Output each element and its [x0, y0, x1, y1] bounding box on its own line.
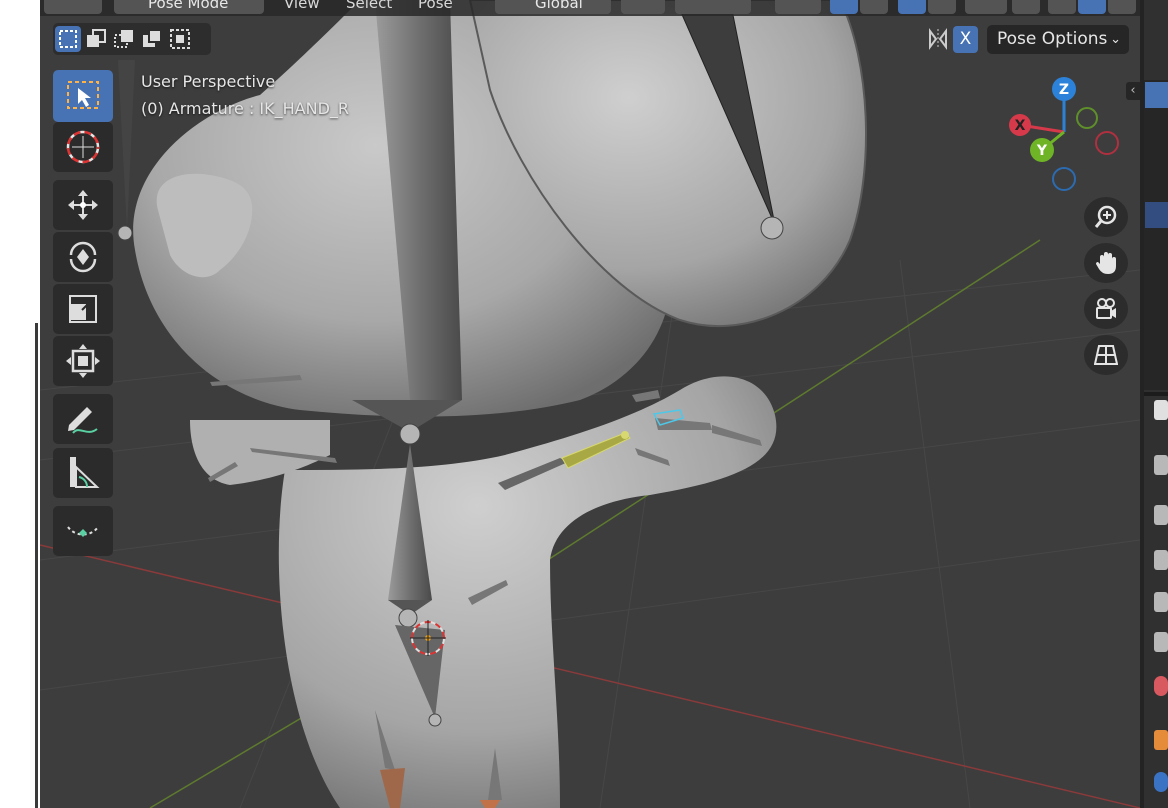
- zoom-icon: [1094, 205, 1117, 228]
- select-difference-mode[interactable]: [139, 26, 165, 52]
- measure-tool[interactable]: [53, 448, 113, 498]
- y-axis-label: Y: [1036, 143, 1048, 159]
- ear-bone-left[interactable]: [118, 60, 135, 230]
- 3d-viewport[interactable]: Pose Mode View Select Pose Global User P…: [40, 0, 1140, 808]
- world-tab-icon[interactable]: [1154, 632, 1168, 652]
- material-shading[interactable]: [1108, 0, 1136, 14]
- window-seam: [35, 323, 38, 808]
- selection-mode-group: [53, 23, 211, 55]
- overlay-toggle[interactable]: [898, 0, 926, 14]
- select-box-tool[interactable]: [53, 70, 113, 122]
- mirror-x-toggle[interactable]: X: [953, 26, 978, 53]
- z-axis-label: Z: [1059, 82, 1069, 98]
- pose-options-dropdown[interactable]: Pose Options ⌄: [987, 25, 1129, 54]
- gizmo-dropdown[interactable]: [860, 0, 888, 14]
- render-tab-icon[interactable]: [1154, 455, 1168, 475]
- outliner-selected-row[interactable]: [1145, 202, 1168, 228]
- outliner-armature-row[interactable]: [1145, 82, 1168, 108]
- snap-dropdown[interactable]: [675, 0, 751, 14]
- sidebar-toggle[interactable]: ‹: [1126, 82, 1140, 100]
- properties-panel: [1140, 0, 1168, 808]
- tool-tab-icon[interactable]: [1154, 400, 1168, 420]
- pivot-dropdown[interactable]: [621, 0, 665, 14]
- select-box-icon: [67, 81, 99, 109]
- move-tool[interactable]: [53, 180, 113, 230]
- neg-y-axis-handle[interactable]: [1076, 107, 1098, 129]
- view-name: User Perspective: [141, 72, 276, 91]
- bone-joint[interactable]: [399, 423, 421, 445]
- transform-tool[interactable]: [53, 336, 113, 386]
- mode-label: Pose Mode: [148, 0, 229, 12]
- ortho-grid-icon: [1094, 345, 1118, 365]
- editor-type-button[interactable]: [44, 0, 102, 14]
- scale-icon: [69, 295, 97, 323]
- pose-options-label: Pose Options: [997, 29, 1108, 49]
- zoom-button[interactable]: [1084, 197, 1128, 237]
- transform-icon: [66, 344, 100, 378]
- scene-tab-icon[interactable]: [1154, 592, 1168, 612]
- pan-hand-icon: [1096, 252, 1116, 274]
- world-color-icon[interactable]: [1154, 676, 1168, 696]
- scale-tool[interactable]: [53, 284, 113, 334]
- select-extend-mode[interactable]: [83, 26, 109, 52]
- annotate-icon: [68, 407, 98, 434]
- orientation-dropdown[interactable]: Global: [495, 0, 611, 14]
- view-layer-tab-icon[interactable]: [1154, 550, 1168, 570]
- ortho-toggle-button[interactable]: [1084, 335, 1128, 375]
- relax-tool[interactable]: [53, 506, 113, 556]
- neg-x-axis-handle[interactable]: [1095, 131, 1119, 155]
- move-icon: [68, 190, 98, 220]
- region-divider: [1144, 392, 1168, 396]
- navigation-gizmo[interactable]: Z X Y: [1002, 70, 1122, 200]
- mode-dropdown[interactable]: Pose Mode: [114, 0, 264, 14]
- menu-pose[interactable]: Pose: [418, 0, 453, 11]
- orientation-label: Global: [535, 0, 583, 12]
- neg-z-axis-handle[interactable]: [1052, 167, 1076, 191]
- menu-view[interactable]: View: [284, 0, 320, 11]
- scene-render[interactable]: [40, 0, 1140, 808]
- chevron-down-icon: ⌄: [1110, 32, 1121, 47]
- object-tab-icon[interactable]: [1154, 730, 1168, 750]
- output-tab-icon[interactable]: [1154, 505, 1168, 525]
- overlay-dropdown[interactable]: [928, 0, 956, 14]
- camera-view-button[interactable]: [1084, 289, 1128, 329]
- gizmo-toggle[interactable]: [830, 0, 858, 14]
- annotate-tool[interactable]: [53, 394, 113, 444]
- select-mode-dropdown[interactable]: [775, 0, 821, 14]
- bone-joint[interactable]: [621, 431, 629, 439]
- rotate-tool[interactable]: [53, 232, 113, 282]
- select-subtract-mode[interactable]: [111, 26, 137, 52]
- bone-joint[interactable]: [117, 225, 133, 241]
- outliner-region: [1144, 80, 1168, 390]
- active-object-label: (0) Armature : IK_HAND_R: [141, 99, 350, 118]
- bone-joint[interactable]: [760, 216, 784, 240]
- body-mesh: [278, 376, 777, 808]
- cursor-icon: [66, 130, 100, 164]
- cursor-tool[interactable]: [53, 122, 113, 172]
- bone-overlay-dropdown[interactable]: [965, 0, 1007, 14]
- measure-icon: [70, 457, 100, 488]
- x-axis-label: X: [1015, 118, 1026, 134]
- bone-joint[interactable]: [398, 608, 418, 628]
- viewport-header: Pose Mode View Select Pose Global: [40, 0, 1140, 16]
- select-intersect-mode[interactable]: [167, 26, 193, 52]
- pan-button[interactable]: [1084, 243, 1128, 283]
- solid-shading[interactable]: [1078, 0, 1106, 14]
- modifier-tab-icon[interactable]: [1154, 772, 1168, 792]
- left-window-edge: [0, 0, 40, 808]
- finger-bone[interactable]: [632, 390, 660, 402]
- x-axis-line: [40, 544, 1140, 808]
- mirror-symmetry-icon[interactable]: [926, 27, 950, 51]
- rotate-icon: [69, 241, 97, 273]
- wireframe-shading[interactable]: [1048, 0, 1076, 14]
- menu-select[interactable]: Select: [346, 0, 392, 11]
- camera-view-icon: [1096, 298, 1116, 319]
- relax-icon: [67, 526, 99, 537]
- select-new-mode[interactable]: [55, 26, 81, 52]
- bone-joint[interactable]: [428, 713, 442, 727]
- xray-toggle[interactable]: [1012, 0, 1040, 14]
